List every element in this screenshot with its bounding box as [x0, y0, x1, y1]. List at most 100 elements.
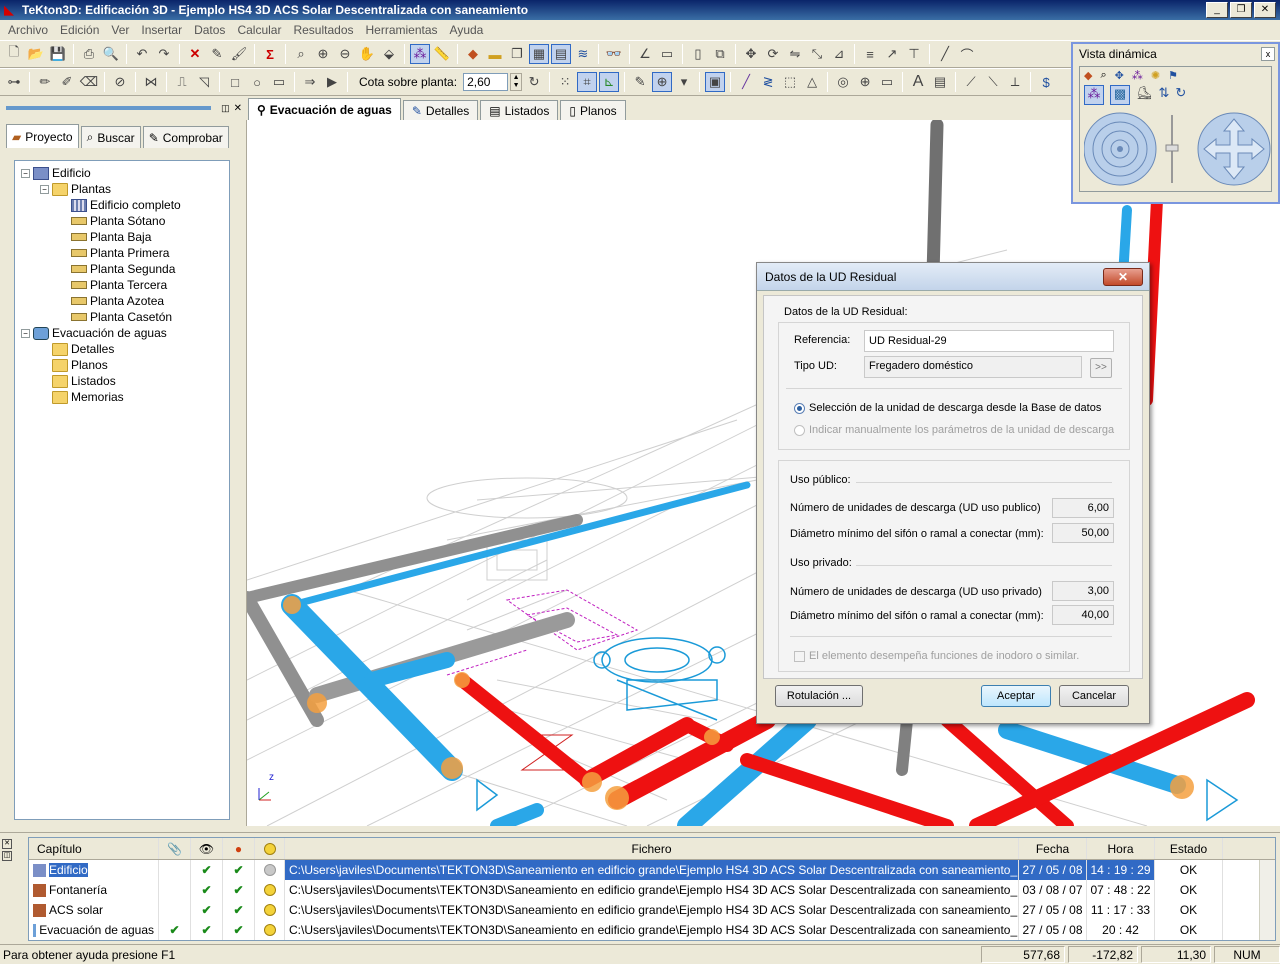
dim-icon[interactable]: ⟋ — [961, 72, 981, 92]
label-icon[interactable]: ▭ — [877, 72, 897, 92]
tree-item[interactable]: − Edificio — [15, 165, 229, 181]
scale-icon[interactable]: ⤡ — [807, 44, 827, 64]
minimize-button[interactable]: _ — [1206, 2, 1228, 18]
tab-listados[interactable]: ▤ Listados — [480, 100, 559, 120]
rect-icon[interactable]: ▭ — [269, 72, 289, 92]
doc-icon[interactable]: ▯ — [688, 44, 708, 64]
plane-icon[interactable]: ◆ — [463, 44, 483, 64]
dim3-icon[interactable]: ⟂ — [1005, 72, 1025, 92]
col-eye-icon[interactable]: 👁 — [191, 838, 223, 859]
currency-icon[interactable]: $ — [1036, 72, 1056, 92]
edit-icon[interactable]: ✎ — [207, 44, 227, 64]
zoom-slider[interactable] — [1165, 115, 1179, 183]
tab-proyecto[interactable]: ▰ Proyecto — [6, 124, 79, 148]
no-icon[interactable]: ⊘ — [110, 72, 130, 92]
measure-icon[interactable]: ∠ — [635, 44, 655, 64]
print-preview-icon[interactable]: 🔍 — [101, 44, 121, 64]
target-icon[interactable]: ⊕ — [652, 72, 673, 92]
view-cube-icon[interactable]: ⬙ — [379, 44, 399, 64]
zoom-view-icon[interactable]: ⌕ — [1100, 69, 1106, 82]
tab-evacuacion[interactable]: ⚲ Evacuación de aguas — [248, 98, 401, 120]
menu-insertar[interactable]: Insertar — [135, 23, 188, 37]
panel-pin-icon[interactable]: ◫ — [2, 851, 12, 861]
arrow-icon[interactable]: ↗ — [882, 44, 902, 64]
dialog-close-button[interactable]: ✕ — [1103, 267, 1143, 286]
ruler-icon[interactable]: 📏 — [432, 44, 452, 64]
zoom-in-icon[interactable]: ⊕ — [313, 44, 333, 64]
grid-scrollbar[interactable] — [1259, 860, 1275, 940]
menu-calcular[interactable]: Calcular — [231, 23, 287, 37]
tree-expander-icon[interactable]: − — [21, 168, 30, 178]
tree-item[interactable]: − Plantas — [15, 181, 229, 197]
panel-grip[interactable] — [6, 106, 212, 110]
wall-icon[interactable]: ▭ — [657, 44, 677, 64]
pan-dial[interactable] — [1197, 112, 1271, 186]
layers-icon[interactable]: ❐ — [507, 44, 527, 64]
people-view-icon[interactable]: ⁂ — [1132, 69, 1143, 82]
col-smiley-icon[interactable] — [255, 838, 285, 859]
orbit-icon[interactable]: ↻ — [1175, 85, 1186, 105]
stack-icon[interactable]: ≋ — [573, 44, 593, 64]
refresh-icon[interactable]: ↻ — [524, 72, 544, 92]
sum-icon[interactable]: Σ — [260, 44, 280, 64]
pencil2-icon[interactable]: ✐ — [57, 72, 77, 92]
col-fichero[interactable]: Fichero — [285, 838, 1019, 859]
frame-icon[interactable]: ⬚ — [780, 72, 800, 92]
connect-icon[interactable]: ⋈ — [141, 72, 161, 92]
grid-dots-icon[interactable]: ⁙ — [555, 72, 575, 92]
delete-icon[interactable]: ✕ — [185, 44, 205, 64]
eraser-icon[interactable]: ⌫ — [79, 72, 99, 92]
cota-input[interactable] — [463, 73, 509, 91]
new-file-icon[interactable]: 🗋 — [4, 44, 24, 64]
tree-item[interactable]: Planos — [15, 357, 229, 373]
menu-datos[interactable]: Datos — [188, 23, 231, 37]
tree-item[interactable]: Planta Tercera — [15, 277, 229, 293]
zoom-out-icon[interactable]: ⊖ — [335, 44, 355, 64]
select-box-icon[interactable]: ▣ — [705, 72, 726, 92]
dynamic-view-close-button[interactable]: x — [1261, 47, 1275, 61]
move-view-icon[interactable]: ✥ — [1115, 69, 1124, 82]
note-icon[interactable]: ✎ — [630, 72, 650, 92]
copy-icon[interactable]: ⧉ — [710, 44, 730, 64]
zoom-dial[interactable] — [1084, 112, 1157, 186]
tab-planos[interactable]: ▯ Planos — [560, 100, 626, 120]
mirror-icon[interactable]: ⇋ — [785, 44, 805, 64]
tree-item[interactable]: Listados — [15, 373, 229, 389]
tab-comprobar[interactable]: ✎ Comprobar — [142, 126, 229, 148]
palette-icon[interactable]: ◆ — [1084, 69, 1092, 82]
ring-icon[interactable]: ◎ — [833, 72, 853, 92]
close-button[interactable]: ✕ — [1254, 2, 1276, 18]
box-icon[interactable]: ▬ — [485, 44, 505, 64]
table-icon[interactable]: ▤ — [930, 72, 950, 92]
open-folder-icon[interactable]: 📂 — [26, 44, 46, 64]
tree-item[interactable]: − Evacuación de aguas — [15, 325, 229, 341]
col-clip-icon[interactable]: 📎 — [159, 838, 191, 859]
diagonal-icon[interactable]: ◹ — [194, 72, 214, 92]
move-icon[interactable]: ✥ — [741, 44, 761, 64]
walker-icon[interactable]: ⛸ — [1136, 85, 1153, 105]
tab-detalles[interactable]: ✎ Detalles — [402, 100, 479, 120]
restore-button[interactable]: ❐ — [1230, 2, 1252, 18]
swap-icon[interactable]: ⇅ — [1159, 85, 1170, 105]
table-row[interactable]: Edificio ✔ ✔ C:\Users\javiles\Documents\TEK… — [29, 860, 1275, 880]
tree-item[interactable]: Planta Azotea — [15, 293, 229, 309]
diag-line-icon[interactable]: ╱ — [736, 72, 756, 92]
col-fecha[interactable]: Fecha — [1019, 838, 1087, 859]
circle-icon[interactable]: ○ — [247, 72, 267, 92]
snap-point-icon[interactable]: ⊾ — [599, 72, 620, 92]
flag-icon[interactable]: ⚑ — [1168, 69, 1178, 82]
text-box-icon[interactable]: ▤ — [551, 44, 571, 64]
save-icon[interactable]: 💾 — [48, 44, 68, 64]
t-icon[interactable]: ⊤ — [904, 44, 924, 64]
triangle-icon[interactable]: △ — [802, 72, 822, 92]
cota-spinner[interactable]: ▲ ▼ — [510, 73, 523, 91]
tree-item[interactable]: Planta Sótano — [15, 213, 229, 229]
snap-grid-icon[interactable]: ⌗ — [577, 72, 598, 92]
menu-edicion[interactable]: Edición — [54, 23, 105, 37]
people-icon[interactable]: ⁂ — [410, 44, 430, 64]
tree-expander-icon[interactable]: − — [21, 328, 30, 338]
radio-database[interactable]: Selección de la unidad de descarga desde… — [794, 402, 1101, 414]
symmetry-icon[interactable]: ⊿ — [829, 44, 849, 64]
rotulacion-button[interactable]: Rotulación ... — [775, 685, 863, 707]
dynamic-view-titlebar[interactable]: Vista dinámica x — [1073, 44, 1278, 64]
